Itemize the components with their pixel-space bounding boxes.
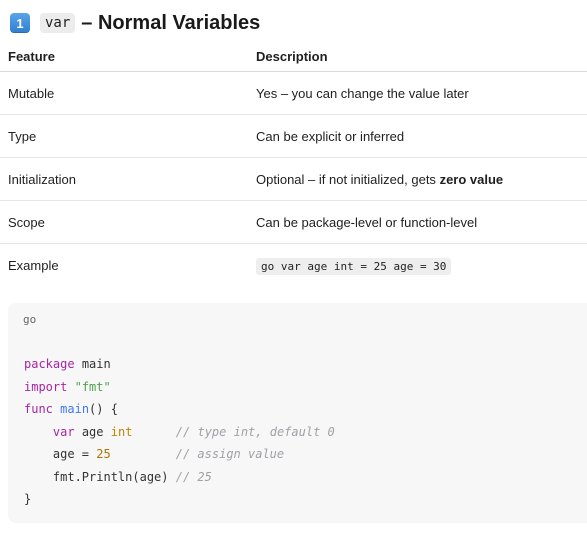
feature-table: Feature Description Mutable Yes – you ca… [0,42,587,286]
table-row: Mutable Yes – you can change the value l… [0,72,587,115]
token-comment: // 25 [175,469,212,484]
token-call: fmt.Println(age) [52,469,169,484]
row-feature: Initialization [8,171,76,187]
token-function: main [60,402,90,416]
row-description: Can be explicit or inferred [256,128,405,144]
token-ident: main [81,357,111,371]
row-feature: Mutable [8,85,55,101]
token-keyword: package [24,357,75,371]
token-type: int [110,424,133,439]
token-ident: age [81,424,104,439]
keycap-one-icon: 1 [10,13,30,33]
zero-value-emphasis: zero value [439,171,504,187]
table-row: Initialization Optional – if not initial… [0,158,587,201]
code-block[interactable]: go package main import "fmt" func main()… [8,303,587,523]
token-keyword: import [24,379,68,394]
header-description: Description [256,49,328,64]
section-heading: 1 var – Normal Variables [10,8,260,38]
header-feature: Feature [8,49,55,64]
token-ident: age = [52,447,97,461]
row-feature: Type [8,128,37,144]
table-row: Example go var age int = 25 age = 30 [0,244,587,286]
row-description: Can be package-level or function-level [256,214,478,230]
token-string: "fmt" [74,379,111,394]
description-text: Optional – if not initialized, gets [256,171,440,187]
token-comment: // assign value [175,447,285,461]
example-inline-code: go var age int = 25 age = 30 [256,257,452,275]
token-keyword: var [52,424,75,439]
token-comment: // type int, default 0 [175,424,335,439]
table-header-row: Feature Description [0,42,587,72]
heading-title: – Normal Variables [81,11,261,34]
table-row: Scope Can be package-level or function-l… [0,201,587,244]
row-description: Yes – you can change the value later [256,85,469,101]
token-number: 25 [96,447,111,461]
code-language-label: go [23,313,37,326]
token-punct: } [24,492,32,506]
row-feature: Example [8,257,59,273]
code-content[interactable]: package main import "fmt" func main() { … [24,353,335,511]
row-description: go var age int = 25 age = 30 [256,257,452,275]
var-code-chip: var [40,13,76,33]
token-keyword: func [24,402,53,416]
table-row: Type Can be explicit or inferred [0,115,587,158]
row-description: Optional – if not initialized, gets zero… [256,172,503,187]
row-feature: Scope [8,214,45,230]
token-punct: () { [89,402,118,416]
